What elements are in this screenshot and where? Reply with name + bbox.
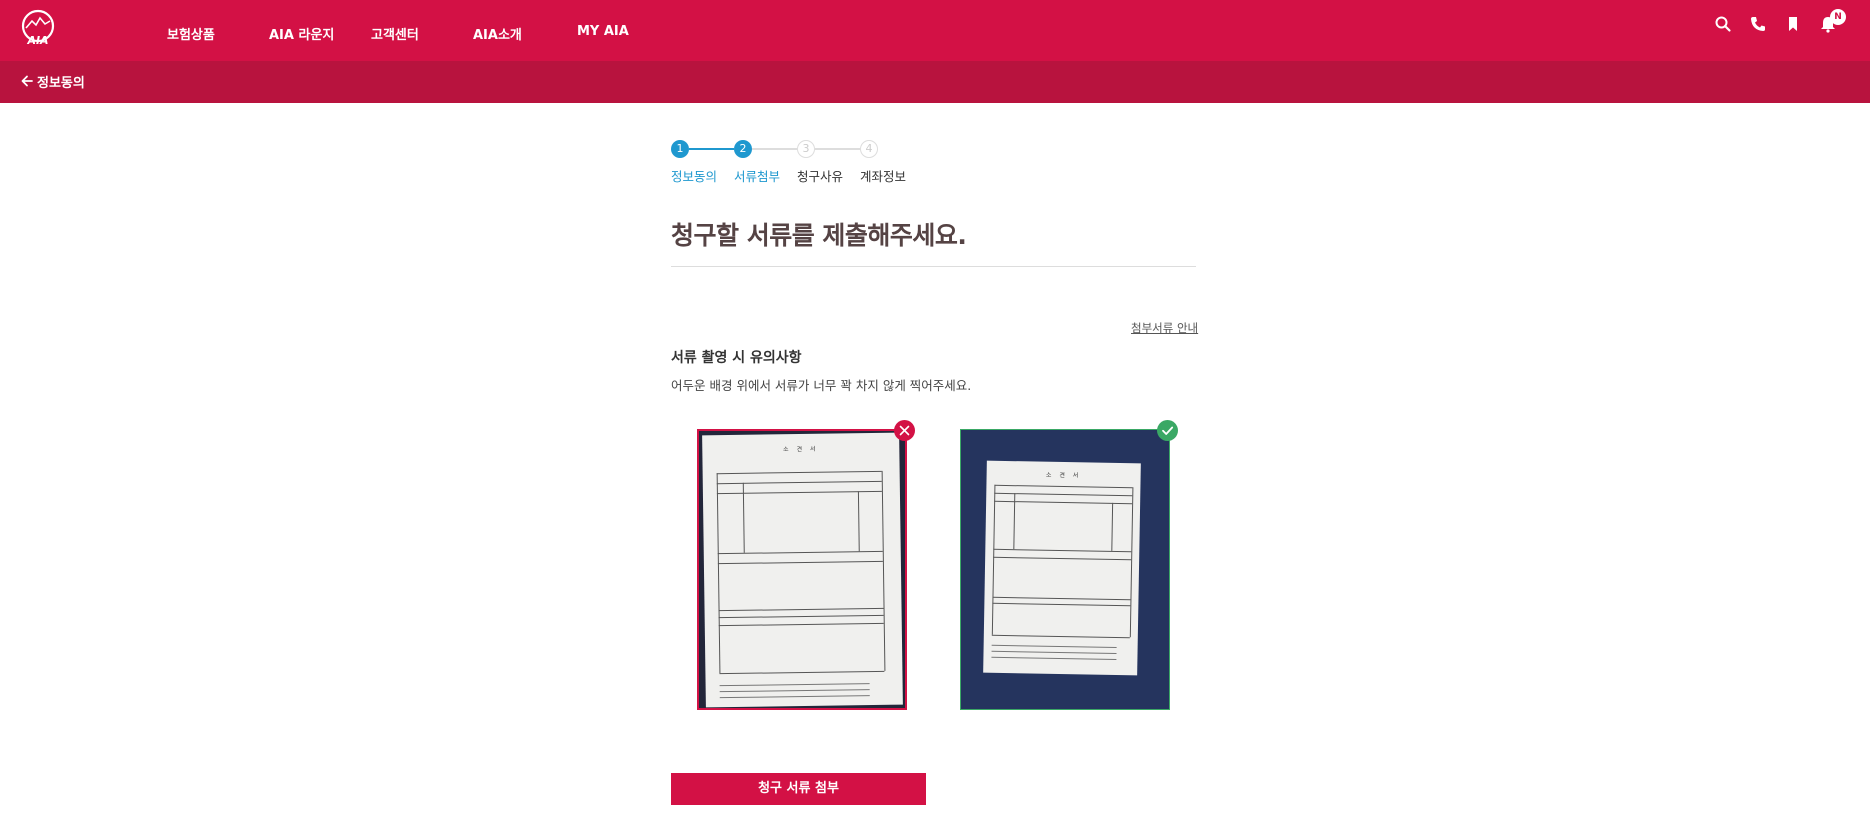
page-title: 청구할 서류를 제출해주세요. — [671, 221, 967, 250]
step-3-circle: 3 — [797, 140, 815, 158]
check-icon — [1157, 420, 1178, 441]
step-2-label: 서류첨부 — [734, 169, 781, 184]
aia-logo[interactable]: AIA — [18, 8, 58, 46]
divider — [671, 266, 1196, 267]
attach-documents-button[interactable]: 청구 서류 첨부 — [671, 773, 926, 805]
step-2-circle: 2 — [734, 140, 752, 158]
photo-tips-title: 서류 촬영 시 유의사항 — [671, 350, 802, 366]
step-connector — [752, 148, 797, 150]
back-button[interactable]: 정보동의 — [20, 71, 85, 91]
search-icon[interactable] — [1714, 15, 1732, 33]
step-connector — [815, 148, 860, 150]
phone-icon[interactable] — [1749, 15, 1767, 33]
good-example-photo: 소 견 서 — [960, 429, 1170, 710]
step-1-circle: 1 — [671, 140, 689, 158]
x-icon — [894, 420, 915, 441]
attachment-guide-link[interactable]: 첨부서류 안내 — [1131, 320, 1198, 336]
step-3-label: 청구사유 — [797, 169, 844, 184]
photo-tips-description: 어두운 배경 위에서 서류가 너무 꽉 차지 않게 찍어주세요. — [671, 378, 972, 393]
nav-item-my-aia[interactable]: MY AIA — [577, 24, 629, 39]
document-sheet: 소 견 서 — [702, 432, 903, 708]
top-navigation: AIA 보험상품 AIA 라운지 고객센터 AIA소개 MY AIA N — [0, 0, 1870, 61]
nav-item-customer-center[interactable]: 고객센터 — [371, 24, 419, 43]
arrow-left-icon — [21, 75, 33, 87]
nav-item-about[interactable]: AIA소개 — [473, 24, 522, 43]
document-title: 소 견 서 — [1045, 471, 1082, 480]
nav-item-products[interactable]: 보험상품 — [167, 24, 215, 43]
step-4-label: 계좌정보 — [860, 169, 907, 184]
step-1-label: 정보동의 — [671, 169, 718, 184]
document-title: 소 견 서 — [783, 445, 819, 454]
bad-example-photo: 소 견 서 — [697, 429, 907, 710]
step-4-circle: 4 — [860, 140, 878, 158]
step-connector — [689, 148, 734, 150]
bookmark-icon[interactable] — [1784, 15, 1802, 33]
notification-badge: N — [1830, 9, 1846, 25]
back-label: 정보동의 — [37, 75, 85, 91]
sub-header — [0, 61, 1870, 103]
svg-text:AIA: AIA — [26, 34, 48, 46]
document-sheet: 소 견 서 — [983, 460, 1141, 676]
nav-item-lounge[interactable]: AIA 라운지 — [269, 24, 334, 43]
